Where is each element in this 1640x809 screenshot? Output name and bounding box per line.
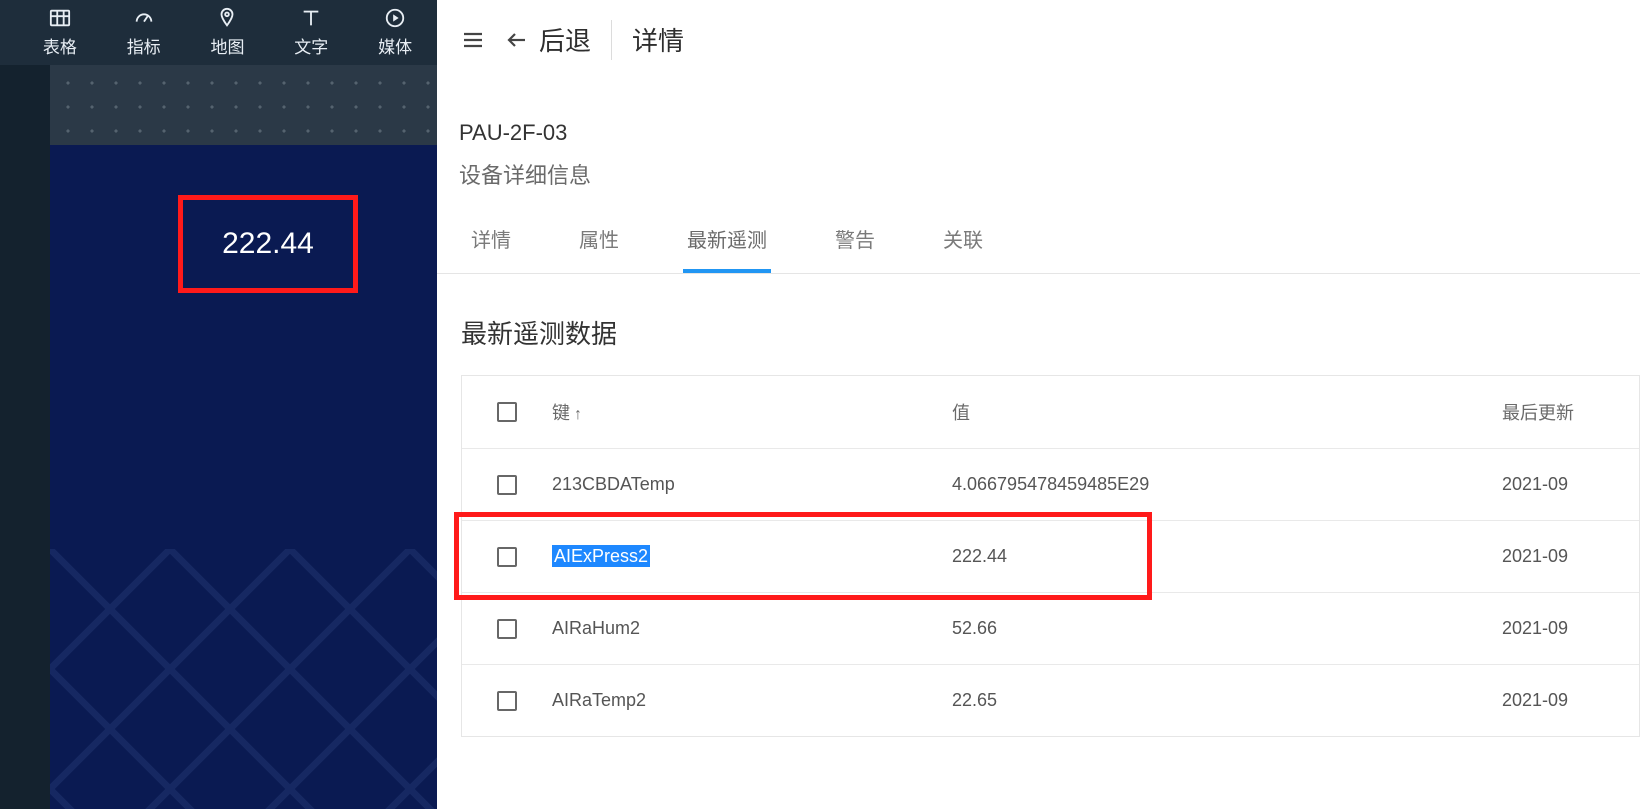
play-icon xyxy=(382,7,408,29)
col-time-header[interactable]: 最后更新 xyxy=(1502,399,1639,425)
gauge-icon xyxy=(131,7,157,29)
back-label: 后退 xyxy=(539,21,591,58)
detail-header: 后退 详情 xyxy=(437,0,1640,80)
cell-value: 222.44 xyxy=(952,546,1502,567)
checkbox[interactable] xyxy=(497,619,517,639)
cell-key: AIExPress2 xyxy=(552,546,952,567)
text-icon xyxy=(298,7,324,29)
value-tile-value: 222.44 xyxy=(222,227,314,261)
widget-toolbar: 表格 指标 地图 文字 媒体 xyxy=(0,0,437,65)
cell-time: 2021-09 xyxy=(1502,474,1639,495)
menu-icon[interactable] xyxy=(461,28,485,52)
panel-title: 详情 xyxy=(632,21,684,58)
tool-map[interactable]: 地图 xyxy=(186,7,270,58)
checkbox[interactable] xyxy=(497,547,517,567)
table-header-row: 键↑ 值 最后更新 xyxy=(462,376,1639,448)
section-title: 最新遥测数据 xyxy=(437,274,1640,375)
back-button[interactable]: 后退 xyxy=(505,21,591,58)
detail-tabs: 详情 属性 最新遥测 警告 关联 xyxy=(437,224,1640,274)
tool-media[interactable]: 媒体 xyxy=(353,7,437,58)
cell-key: AIRaTemp2 xyxy=(552,690,952,711)
tab-attr[interactable]: 属性 xyxy=(575,224,623,273)
tab-alarm[interactable]: 警告 xyxy=(831,224,879,273)
left-side-strip xyxy=(0,0,50,809)
cell-key: 213CBDATemp xyxy=(552,474,952,495)
device-name: PAU-2F-03 xyxy=(437,80,1640,146)
canvas-bg-pattern xyxy=(50,549,437,809)
canvas-grid[interactable] xyxy=(50,65,437,145)
col-value-header[interactable]: 值 xyxy=(952,399,1502,425)
cell-value: 22.65 xyxy=(952,690,1502,711)
divider xyxy=(611,20,612,60)
table-row-highlight[interactable]: AIExPress2 222.44 2021-09 xyxy=(462,520,1639,592)
checkbox[interactable] xyxy=(497,691,517,711)
tool-map-label: 地图 xyxy=(210,38,244,57)
tab-detail[interactable]: 详情 xyxy=(467,224,515,273)
dashboard-canvas[interactable]: 222.44 xyxy=(50,145,437,809)
value-tile-highlight[interactable]: 222.44 xyxy=(178,195,358,293)
table-row[interactable]: 213CBDATemp 4.066795478459485E29 2021-09 xyxy=(462,448,1639,520)
table-row[interactable]: AIRaTemp2 22.65 2021-09 xyxy=(462,664,1639,736)
tab-telemetry[interactable]: 最新遥测 xyxy=(683,224,771,273)
cell-time: 2021-09 xyxy=(1502,618,1639,639)
cell-key: AIRaHum2 xyxy=(552,618,952,639)
tool-table[interactable]: 表格 xyxy=(18,7,102,58)
cell-value: 4.066795478459485E29 xyxy=(952,474,1502,495)
tool-media-label: 媒体 xyxy=(378,38,412,57)
telemetry-table: 键↑ 值 最后更新 213CBDATemp 4.066795478459485E… xyxy=(461,375,1640,737)
editor-pane: 表格 指标 地图 文字 媒体 222.44 xyxy=(0,0,437,809)
cell-time: 2021-09 xyxy=(1502,690,1639,711)
map-pin-icon xyxy=(214,7,240,29)
tool-table-label: 表格 xyxy=(43,38,77,57)
sort-up-icon: ↑ xyxy=(574,406,582,423)
device-sub: 设备详细信息 xyxy=(437,146,1640,224)
tool-gauge-label: 指标 xyxy=(127,38,161,57)
cell-value: 52.66 xyxy=(952,618,1502,639)
detail-panel: 后退 详情 PAU-2F-03 设备详细信息 详情 属性 最新遥测 警告 关联 … xyxy=(437,0,1640,809)
checkbox[interactable] xyxy=(497,475,517,495)
col-key-header[interactable]: 键↑ xyxy=(552,399,952,425)
back-arrow-icon xyxy=(505,28,529,52)
selected-key-text: AIExPress2 xyxy=(552,545,650,567)
tool-gauge[interactable]: 指标 xyxy=(102,7,186,58)
tool-text[interactable]: 文字 xyxy=(269,7,353,58)
tab-relation[interactable]: 关联 xyxy=(939,224,987,273)
table-row[interactable]: AIRaHum2 52.66 2021-09 xyxy=(462,592,1639,664)
checkbox-all[interactable] xyxy=(497,402,517,422)
table-icon xyxy=(47,7,73,29)
cell-time: 2021-09 xyxy=(1502,546,1639,567)
tool-text-label: 文字 xyxy=(294,38,328,57)
